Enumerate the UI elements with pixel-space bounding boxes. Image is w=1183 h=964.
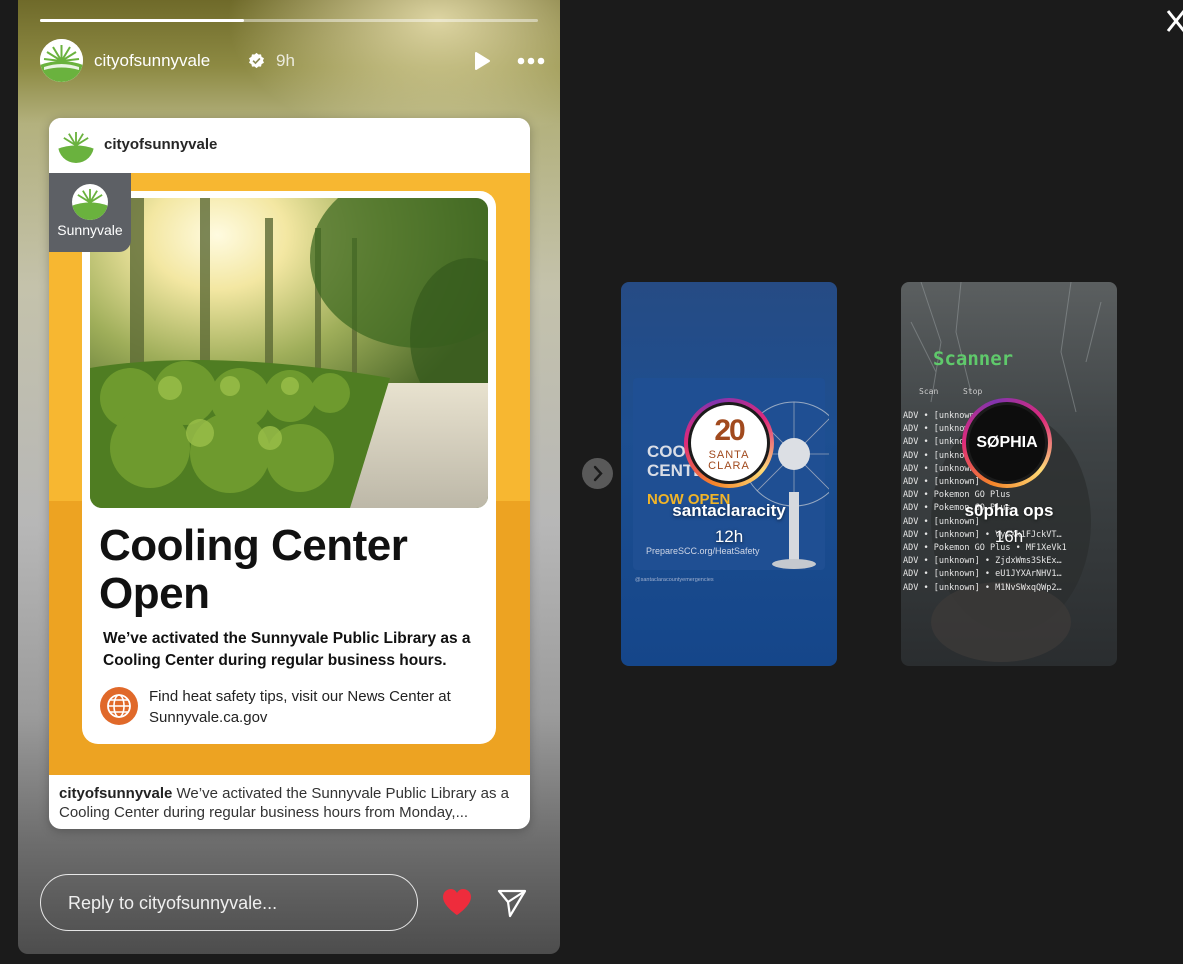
graphic-tips: Find heat safety tips, visit our News Ce…	[149, 688, 451, 726]
thumb-username: s0phia ops	[964, 501, 1054, 520]
story-viewer: cityofsunnyvale 9h cityofsunnyvale Sunny…	[18, 0, 560, 954]
sophia-avatar-ring: SØPHIA	[962, 398, 1052, 488]
story-username[interactable]: cityofsunnyvale	[94, 51, 210, 71]
scanner-line: ADV • [unknown] • M1NvSWxqQWp2…	[903, 582, 1062, 593]
avatar[interactable]	[40, 39, 83, 82]
sunnyvale-logo-icon	[58, 127, 94, 163]
santaclara-logo-icon: 20 SANTA CLARA	[691, 405, 767, 481]
story-thumb-santaclaracity[interactable]: COOLING CENTERS NOW OPEN PrepareSCC.org/…	[621, 282, 837, 666]
thumb-username: santaclaracity	[672, 501, 786, 520]
post-caption[interactable]: cityofsunnyvale We’ve activated the Sunn…	[59, 784, 521, 822]
verified-badge-icon	[249, 52, 264, 69]
send-icon[interactable]	[496, 887, 528, 919]
thumb-bg-scan: Scan	[919, 387, 939, 396]
reply-input[interactable]: Reply to cityofsunnyvale...	[40, 874, 418, 931]
heart-icon[interactable]	[441, 887, 473, 917]
more-icon[interactable]	[516, 51, 546, 71]
globe-icon	[100, 687, 138, 725]
thumb-bg-title: Scanner	[933, 348, 1014, 370]
play-icon[interactable]	[472, 51, 492, 71]
story-header: cityofsunnyvale 9h	[40, 39, 545, 83]
story-progress-fill	[40, 19, 245, 22]
sunnyvale-logo-icon	[40, 39, 83, 82]
post-avatar[interactable]	[58, 127, 94, 163]
graphic-headline: Cooling Center Open	[99, 521, 408, 618]
post-header: cityofsunnyvale	[49, 118, 530, 173]
post-username[interactable]: cityofsunnyvale	[104, 136, 217, 153]
close-icon[interactable]	[1165, 6, 1183, 36]
thumb-bg-url: PrepareSCC.org/HeatSafety	[646, 546, 760, 556]
scanner-line: ADV • [unknown] • ZjdxWms3SkEx…	[903, 556, 1062, 567]
shared-post-card[interactable]: cityofsunnyvale Sunnyvale Cooling Center…	[49, 118, 530, 829]
thumb-time: 16h	[994, 527, 1024, 546]
santaclara-logo-text: SANTA CLARA	[708, 449, 750, 472]
santaclara-avatar-ring: 20 SANTA CLARA	[684, 398, 774, 488]
reply-placeholder: Reply to cityofsunnyvale...	[68, 893, 278, 913]
sophia-logo-text: SØPHIA	[976, 434, 1038, 451]
sunnyvale-brand-tab: Sunnyvale	[49, 173, 131, 252]
park-path-photo	[90, 198, 488, 508]
graphic-subtext: We’ve activated the Sunnyvale Public Lib…	[103, 630, 471, 669]
santaclara-logo-number: 20	[714, 414, 745, 447]
caption-username: cityofsunnyvale	[59, 785, 173, 802]
story-progress-bar	[40, 19, 538, 22]
scanner-line: ADV • [unknown] • eU1JYXArNHV1…	[903, 569, 1062, 580]
next-story-button[interactable]	[582, 458, 613, 489]
thumb-bg-handle: @santaclaracountyemergencies	[635, 577, 714, 583]
chevron-right-icon	[593, 465, 603, 482]
cooling-center-graphic: Sunnyvale Cooling Center Open We’ve acti…	[49, 173, 530, 775]
sunnyvale-logo-icon	[72, 184, 108, 220]
sophia-logo-icon: SØPHIA	[969, 405, 1045, 481]
thumb-bg-stop: Stop	[963, 387, 983, 396]
thumb-time: 12h	[714, 527, 744, 546]
story-thumb-s0phia-ops[interactable]: Scanner Scan Stop ADV • [unknown] ADV • […	[901, 282, 1117, 666]
story-time: 9h	[276, 51, 295, 70]
brand-name: Sunnyvale	[57, 222, 123, 238]
